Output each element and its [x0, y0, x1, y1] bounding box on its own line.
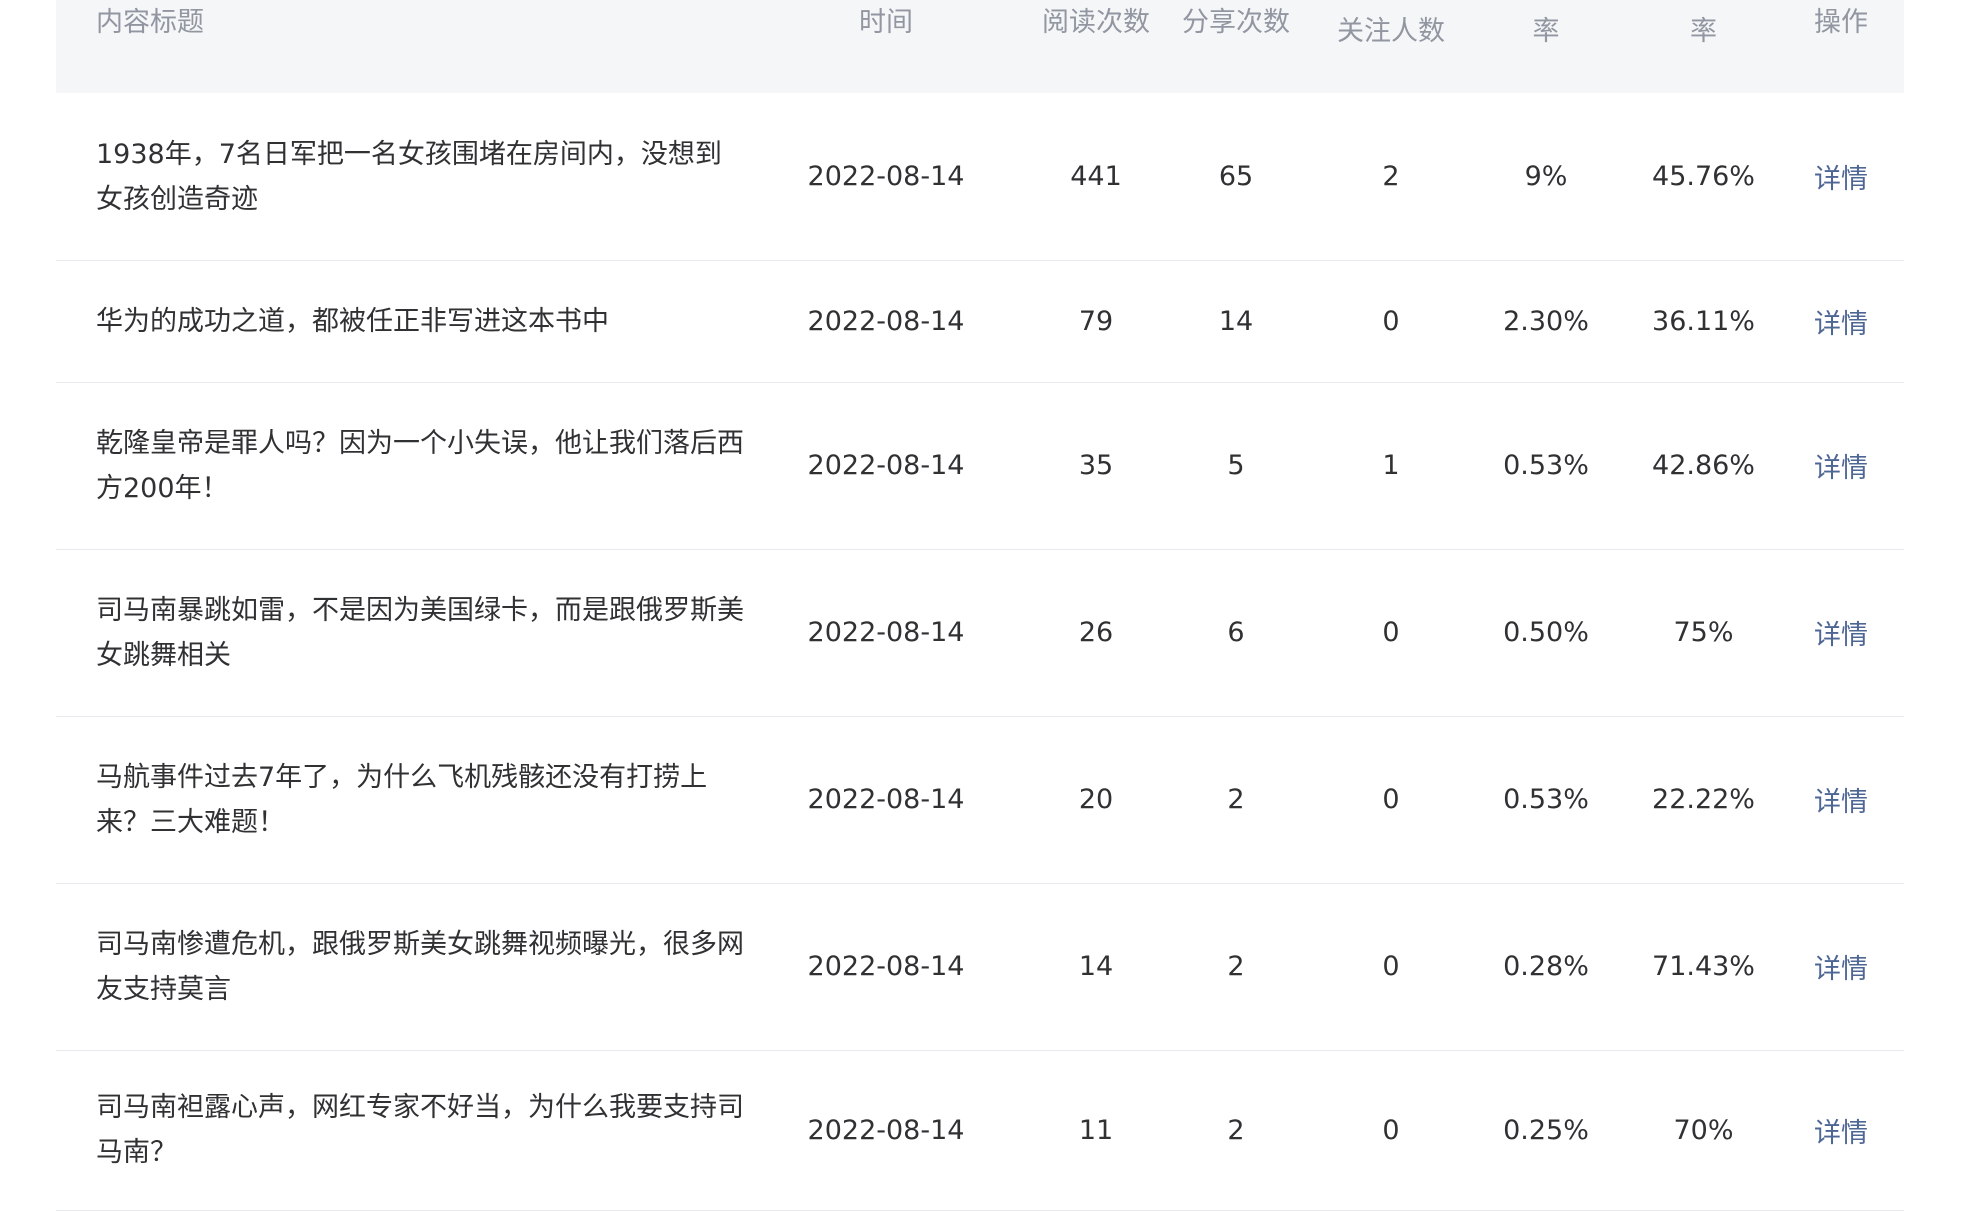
- row-rate2: 42.86%: [1652, 450, 1755, 481]
- row-rate1: 0.28%: [1503, 951, 1589, 982]
- row-rate1: 0.53%: [1503, 450, 1589, 481]
- row-follow: 0: [1382, 305, 1400, 337]
- row-time: 2022-08-14: [807, 1114, 965, 1146]
- table-row: 马航事件过去7年了，为什么飞机残骸还没有打捞上来？三大难题！ 2022-08-14…: [56, 716, 1904, 884]
- row-time: 2022-08-14: [807, 784, 965, 815]
- table-row: 1938年，7名日军把一名女孩围堵在房间内，没想到女孩创造奇迹 2022-08-1…: [56, 93, 1904, 261]
- row-time: 2022-08-14: [807, 161, 965, 192]
- row-rate1: 0.25%: [1503, 1114, 1589, 1146]
- row-follow: 2: [1382, 161, 1400, 192]
- row-rate1: 2.30%: [1503, 305, 1589, 337]
- row-rate1: 9%: [1524, 161, 1568, 192]
- row-reads: 35: [1078, 450, 1114, 481]
- row-shares: 14: [1218, 305, 1254, 337]
- row-follow: 1: [1382, 450, 1400, 481]
- row-title: 司马南惨遭危机，跟俄罗斯美女跳舞视频曝光，很多网友支持莫言: [96, 928, 744, 1005]
- row-shares: 2: [1227, 1114, 1245, 1146]
- detail-link[interactable]: 详情: [1791, 716, 1891, 883]
- row-shares: 6: [1227, 617, 1245, 648]
- header-rate1: 率: [1532, 16, 1560, 47]
- detail-link[interactable]: 详情: [1791, 1050, 1891, 1210]
- row-time: 2022-08-14: [807, 305, 965, 337]
- table-row: 乾隆皇帝是罪人吗？因为一个小失误，他让我们落后西方200年！ 2022-08-14…: [56, 382, 1904, 550]
- table-row: 司马南袒露心声，网红专家不好当，为什么我要支持司马南？ 2022-08-14 11 2…: [56, 1050, 1904, 1211]
- row-time: 2022-08-14: [807, 450, 965, 481]
- detail-link[interactable]: 详情: [1791, 260, 1891, 382]
- header-time: 时间: [859, 7, 913, 38]
- row-reads: 26: [1078, 617, 1114, 648]
- row-reads: 11: [1078, 1114, 1114, 1146]
- row-time: 2022-08-14: [807, 617, 965, 648]
- row-title: 1938年，7名日军把一名女孩围堵在房间内，没想到女孩创造奇迹: [96, 138, 722, 215]
- row-rate2: 45.76%: [1652, 161, 1755, 192]
- row-rate2: 22.22%: [1652, 784, 1755, 815]
- row-reads: 20: [1078, 784, 1114, 815]
- row-follow: 0: [1382, 617, 1400, 648]
- row-follow: 0: [1382, 951, 1400, 982]
- header-op: 操作: [1814, 7, 1868, 38]
- row-reads: 79: [1078, 305, 1114, 337]
- row-reads: 14: [1078, 951, 1114, 982]
- row-rate1: 0.53%: [1503, 784, 1589, 815]
- row-shares: 2: [1227, 951, 1245, 982]
- row-follow: 0: [1382, 1114, 1400, 1146]
- detail-link[interactable]: 详情: [1791, 883, 1891, 1050]
- header-follow: 关注人数: [1337, 16, 1445, 47]
- header-title: 内容标题: [96, 7, 204, 38]
- row-title: 乾隆皇帝是罪人吗？因为一个小失误，他让我们落后西方200年！: [96, 427, 744, 504]
- row-title: 司马南袒露心声，网红专家不好当，为什么我要支持司马南？: [96, 1092, 744, 1168]
- row-rate2: 71.43%: [1652, 951, 1755, 982]
- row-title: 华为的成功之道，都被任正非写进这本书中: [96, 305, 609, 337]
- row-shares: 5: [1227, 450, 1245, 481]
- row-follow: 0: [1382, 784, 1400, 815]
- table-row: 华为的成功之道，都被任正非写进这本书中 2022-08-14 79 14 0 2.30% 3…: [56, 260, 1904, 383]
- detail-link[interactable]: 详情: [1791, 382, 1891, 549]
- row-title: 马航事件过去7年了，为什么飞机残骸还没有打捞上来？三大难题！: [96, 761, 708, 838]
- table-row: 司马南惨遭危机，跟俄罗斯美女跳舞视频曝光，很多网友支持莫言 2022-08-14 1…: [56, 883, 1904, 1051]
- table-header: 内容标题 时间 阅读次数 分享次数 关注人数 率 率 操作: [56, 0, 1904, 93]
- row-rate2: 36.11%: [1652, 305, 1755, 337]
- row-title: 司马南暴跳如雷，不是因为美国绿卡，而是跟俄罗斯美女跳舞相关: [96, 594, 744, 671]
- row-rate1: 0.50%: [1503, 617, 1589, 648]
- header-rate2: 率: [1690, 16, 1717, 47]
- table-row: 司马南暴跳如雷，不是因为美国绿卡，而是跟俄罗斯美女跳舞相关 2022-08-14 2…: [56, 549, 1904, 717]
- header-shares: 分享次数: [1182, 7, 1290, 38]
- detail-link[interactable]: 详情: [1791, 549, 1891, 716]
- row-shares: 65: [1218, 161, 1254, 192]
- row-reads: 441: [1070, 161, 1122, 192]
- row-time: 2022-08-14: [807, 951, 965, 982]
- header-reads: 阅读次数: [1042, 7, 1150, 38]
- row-rate2: 75%: [1673, 617, 1734, 648]
- row-rate2: 70%: [1673, 1114, 1734, 1146]
- detail-link[interactable]: 详情: [1791, 93, 1891, 260]
- row-shares: 2: [1227, 784, 1245, 815]
